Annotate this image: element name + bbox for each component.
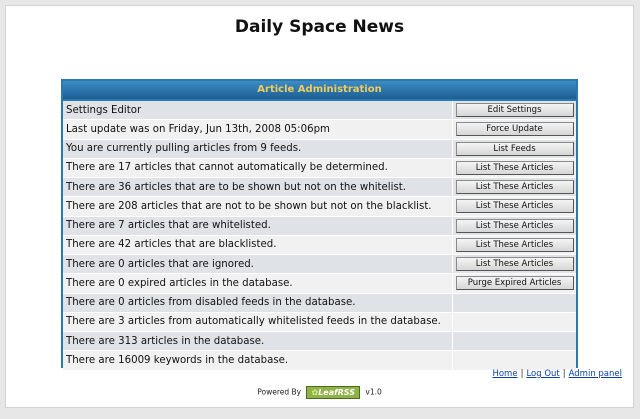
link-separator: | bbox=[562, 369, 566, 379]
powered-by-label: Powered By bbox=[257, 387, 302, 397]
force-update-button[interactable]: Force Update bbox=[455, 122, 574, 137]
admin-panel-link[interactable]: Admin panel bbox=[569, 369, 622, 379]
row-text: There are 17 articles that cannot automa… bbox=[66, 162, 388, 174]
footer-links: Home | Log Out | Admin panel bbox=[492, 369, 622, 379]
list-ignored-articles-button[interactable]: List These Articles bbox=[455, 257, 574, 272]
admin-row-auto-whitelisted-feeds: There are 3 articles from automatically … bbox=[63, 312, 576, 332]
article-admin-panel: Article Administration Settings Editor E… bbox=[61, 79, 578, 371]
row-text: Settings Editor bbox=[66, 104, 142, 116]
row-text: There are 208 articles that are not to b… bbox=[66, 200, 432, 212]
row-text: There are 3 articles from automatically … bbox=[66, 316, 441, 328]
logo-text: LeafRSS bbox=[318, 388, 355, 397]
row-text: Last update was on Friday, Jun 13th, 200… bbox=[66, 123, 330, 135]
row-text: There are 7 articles that are whiteliste… bbox=[66, 220, 271, 232]
site-title: Daily Space News bbox=[234, 17, 405, 37]
row-text: There are 16009 keywords in the database… bbox=[66, 354, 289, 366]
powered-by: Powered By ✿LeafRSS v1.0 bbox=[6, 386, 633, 399]
admin-row-feeds: You are currently pulling articles from … bbox=[63, 139, 576, 159]
admin-row-hidden-not-blacklisted: There are 208 articles that are not to b… bbox=[63, 197, 576, 217]
link-separator: | bbox=[520, 369, 524, 379]
list-shown-articles-button[interactable]: List These Articles bbox=[455, 180, 574, 195]
row-text: There are 42 articles that are blacklist… bbox=[66, 239, 277, 251]
panel-header: Article Administration bbox=[63, 81, 576, 101]
home-link[interactable]: Home bbox=[492, 369, 517, 379]
admin-row-disabled-feeds: There are 0 articles from disabled feeds… bbox=[63, 293, 576, 313]
row-text: There are 0 articles that are ignored. bbox=[66, 258, 254, 270]
admin-row-whitelisted: There are 7 articles that are whiteliste… bbox=[63, 216, 576, 236]
row-text: There are 0 expired articles in the data… bbox=[66, 277, 293, 289]
leafrss-logo[interactable]: ✿LeafRSS bbox=[306, 386, 360, 399]
admin-row-blacklisted: There are 42 articles that are blacklist… bbox=[63, 235, 576, 255]
admin-row-last-update: Last update was on Friday, Jun 13th, 200… bbox=[63, 120, 576, 140]
version-label: v1.0 bbox=[365, 387, 382, 397]
admin-row-keywords: There are 16009 keywords in the database… bbox=[63, 351, 576, 371]
row-text: There are 313 articles in the database. bbox=[66, 335, 265, 347]
admin-row-undetermined: There are 17 articles that cannot automa… bbox=[63, 158, 576, 178]
admin-row-total-articles: There are 313 articles in the database. bbox=[63, 332, 576, 352]
list-hidden-articles-button[interactable]: List These Articles bbox=[455, 199, 574, 214]
list-undetermined-articles-button[interactable]: List These Articles bbox=[455, 160, 574, 175]
list-feeds-button[interactable]: List Feeds bbox=[455, 141, 574, 156]
admin-row-ignored: There are 0 articles that are ignored. L… bbox=[63, 255, 576, 275]
log-out-link[interactable]: Log Out bbox=[526, 369, 559, 379]
admin-row-shown-not-whitelisted: There are 36 articles that are to be sho… bbox=[63, 178, 576, 198]
row-text: There are 0 articles from disabled feeds… bbox=[66, 297, 356, 309]
list-whitelisted-articles-button[interactable]: List These Articles bbox=[455, 218, 574, 233]
admin-row-settings-editor: Settings Editor Edit Settings bbox=[63, 101, 576, 121]
row-text: There are 36 articles that are to be sho… bbox=[66, 181, 406, 193]
list-blacklisted-articles-button[interactable]: List These Articles bbox=[455, 237, 574, 252]
purge-expired-articles-button[interactable]: Purge Expired Articles bbox=[455, 276, 574, 291]
page: Daily Space News Article Administration … bbox=[5, 5, 634, 408]
row-text: You are currently pulling articles from … bbox=[66, 143, 302, 155]
admin-row-expired: There are 0 expired articles in the data… bbox=[63, 274, 576, 294]
edit-settings-button[interactable]: Edit Settings bbox=[455, 103, 574, 118]
